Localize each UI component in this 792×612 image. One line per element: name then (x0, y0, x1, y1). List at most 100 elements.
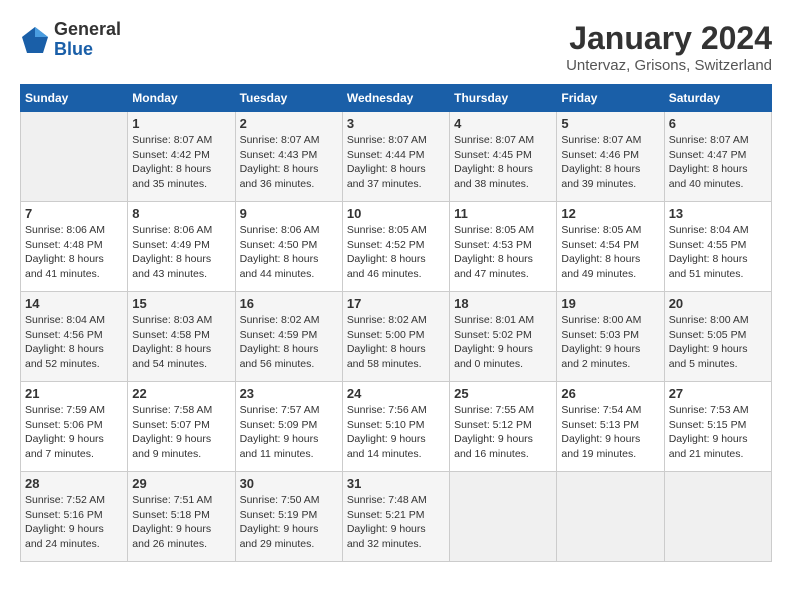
title-block: January 2024 Untervaz, Grisons, Switzerl… (566, 20, 772, 74)
day-number: 5 (561, 116, 659, 131)
day-info: Sunrise: 8:00 AMSunset: 5:03 PMDaylight:… (561, 313, 659, 372)
calendar-day-cell (450, 472, 557, 562)
calendar-week-row: 21 Sunrise: 7:59 AMSunset: 5:06 PMDayligh… (21, 382, 772, 472)
day-number: 28 (25, 476, 123, 491)
day-info: Sunrise: 8:01 AMSunset: 5:02 PMDaylight:… (454, 313, 552, 372)
day-info: Sunrise: 8:04 AMSunset: 4:56 PMDaylight:… (25, 313, 123, 372)
logo-blue-text: Blue (54, 40, 121, 60)
day-of-week-header: Friday (557, 85, 664, 112)
calendar-day-cell: 21 Sunrise: 7:59 AMSunset: 5:06 PMDayligh… (21, 382, 128, 472)
day-number: 20 (669, 296, 767, 311)
calendar-week-row: 28 Sunrise: 7:52 AMSunset: 5:16 PMDayligh… (21, 472, 772, 562)
day-number: 12 (561, 206, 659, 221)
day-info: Sunrise: 8:05 AMSunset: 4:52 PMDaylight:… (347, 223, 445, 282)
calendar-day-cell: 2Sunrise: 8:07 AMSunset: 4:43 PMDaylight… (235, 112, 342, 202)
day-number: 21 (25, 386, 123, 401)
calendar-day-cell: 27 Sunrise: 7:53 AMSunset: 5:15 PMDayligh… (664, 382, 771, 472)
day-number: 29 (132, 476, 230, 491)
calendar-day-cell: 31 Sunrise: 7:48 AMSunset: 5:21 PMDayligh… (342, 472, 449, 562)
calendar-day-cell: 12Sunrise: 8:05 AMSunset: 4:54 PMDayligh… (557, 202, 664, 292)
day-number: 18 (454, 296, 552, 311)
calendar-day-cell: 15 Sunrise: 8:03 AMSunset: 4:58 PMDayligh… (128, 292, 235, 382)
day-info: Sunrise: 7:50 AMSunset: 5:19 PMDaylight:… (240, 493, 338, 552)
logo: General Blue (20, 20, 121, 60)
calendar-table: SundayMondayTuesdayWednesdayThursdayFrid… (20, 84, 772, 562)
day-info: Sunrise: 7:54 AMSunset: 5:13 PMDaylight:… (561, 403, 659, 462)
calendar-day-cell: 9Sunrise: 8:06 AMSunset: 4:50 PMDaylight… (235, 202, 342, 292)
day-number: 9 (240, 206, 338, 221)
calendar-week-row: 7 Sunrise: 8:06 AMSunset: 4:48 PMDaylight… (21, 202, 772, 292)
calendar-week-row: 1 Sunrise: 8:07 AMSunset: 4:42 PMDaylight… (21, 112, 772, 202)
calendar-day-cell: 10 Sunrise: 8:05 AMSunset: 4:52 PMDayligh… (342, 202, 449, 292)
page-header: General Blue January 2024 Untervaz, Gris… (20, 20, 772, 74)
calendar-day-cell: 25Sunrise: 7:55 AMSunset: 5:12 PMDayligh… (450, 382, 557, 472)
calendar-day-cell: 17 Sunrise: 8:02 AMSunset: 5:00 PMDayligh… (342, 292, 449, 382)
day-number: 27 (669, 386, 767, 401)
calendar-day-cell: 20 Sunrise: 8:00 AMSunset: 5:05 PMDayligh… (664, 292, 771, 382)
day-info: Sunrise: 8:06 AMSunset: 4:49 PMDaylight:… (132, 223, 230, 282)
day-info: Sunrise: 8:03 AMSunset: 4:58 PMDaylight:… (132, 313, 230, 372)
calendar-day-cell: 13 Sunrise: 8:04 AMSunset: 4:55 PMDayligh… (664, 202, 771, 292)
day-info: Sunrise: 8:04 AMSunset: 4:55 PMDaylight:… (669, 223, 767, 282)
day-info: Sunrise: 8:07 AMSunset: 4:42 PMDaylight:… (132, 133, 230, 192)
calendar-day-cell: 11 Sunrise: 8:05 AMSunset: 4:53 PMDayligh… (450, 202, 557, 292)
calendar-day-cell: 19 Sunrise: 8:00 AMSunset: 5:03 PMDayligh… (557, 292, 664, 382)
calendar-day-cell: 24Sunrise: 7:56 AMSunset: 5:10 PMDayligh… (342, 382, 449, 472)
day-info: Sunrise: 8:06 AMSunset: 4:48 PMDaylight:… (25, 223, 123, 282)
day-number: 11 (454, 206, 552, 221)
day-info: Sunrise: 8:07 AMSunset: 4:44 PMDaylight:… (347, 133, 445, 192)
day-info: Sunrise: 8:07 AMSunset: 4:46 PMDaylight:… (561, 133, 659, 192)
day-number: 7 (25, 206, 123, 221)
calendar-day-cell: 16Sunrise: 8:02 AMSunset: 4:59 PMDayligh… (235, 292, 342, 382)
day-number: 13 (669, 206, 767, 221)
day-number: 31 (347, 476, 445, 491)
calendar-day-cell: 1 Sunrise: 8:07 AMSunset: 4:42 PMDaylight… (128, 112, 235, 202)
day-info: Sunrise: 8:07 AMSunset: 4:47 PMDaylight:… (669, 133, 767, 192)
logo-text: General Blue (54, 20, 121, 60)
day-info: Sunrise: 8:02 AMSunset: 5:00 PMDaylight:… (347, 313, 445, 372)
day-number: 26 (561, 386, 659, 401)
day-info: Sunrise: 7:51 AMSunset: 5:18 PMDaylight:… (132, 493, 230, 552)
day-info: Sunrise: 7:59 AMSunset: 5:06 PMDaylight:… (25, 403, 123, 462)
calendar-day-cell (664, 472, 771, 562)
day-of-week-header: Saturday (664, 85, 771, 112)
calendar-day-cell: 30 Sunrise: 7:50 AMSunset: 5:19 PMDayligh… (235, 472, 342, 562)
calendar-day-cell: 18 Sunrise: 8:01 AMSunset: 5:02 PMDayligh… (450, 292, 557, 382)
day-info: Sunrise: 7:48 AMSunset: 5:21 PMDaylight:… (347, 493, 445, 552)
calendar-day-cell: 8Sunrise: 8:06 AMSunset: 4:49 PMDaylight… (128, 202, 235, 292)
day-info: Sunrise: 8:00 AMSunset: 5:05 PMDaylight:… (669, 313, 767, 372)
day-info: Sunrise: 7:52 AMSunset: 5:16 PMDaylight:… (25, 493, 123, 552)
day-of-week-header: Sunday (21, 85, 128, 112)
logo-icon (20, 25, 50, 55)
location-subtitle: Untervaz, Grisons, Switzerland (566, 57, 772, 74)
calendar-day-cell: 29 Sunrise: 7:51 AMSunset: 5:18 PMDayligh… (128, 472, 235, 562)
calendar-day-cell: 6Sunrise: 8:07 AMSunset: 4:47 PMDaylight… (664, 112, 771, 202)
calendar-day-cell (557, 472, 664, 562)
day-of-week-header: Wednesday (342, 85, 449, 112)
day-number: 15 (132, 296, 230, 311)
day-info: Sunrise: 7:56 AMSunset: 5:10 PMDaylight:… (347, 403, 445, 462)
day-number: 25 (454, 386, 552, 401)
calendar-day-cell: 5 Sunrise: 8:07 AMSunset: 4:46 PMDaylight… (557, 112, 664, 202)
day-info: Sunrise: 8:05 AMSunset: 4:53 PMDaylight:… (454, 223, 552, 282)
calendar-day-cell: 28 Sunrise: 7:52 AMSunset: 5:16 PMDayligh… (21, 472, 128, 562)
month-title: January 2024 (566, 20, 772, 57)
day-info: Sunrise: 8:07 AMSunset: 4:45 PMDaylight:… (454, 133, 552, 192)
day-info: Sunrise: 7:53 AMSunset: 5:15 PMDaylight:… (669, 403, 767, 462)
day-number: 19 (561, 296, 659, 311)
day-number: 14 (25, 296, 123, 311)
day-number: 4 (454, 116, 552, 131)
day-number: 30 (240, 476, 338, 491)
day-number: 1 (132, 116, 230, 131)
day-of-week-header: Thursday (450, 85, 557, 112)
day-number: 16 (240, 296, 338, 311)
calendar-day-cell: 26 Sunrise: 7:54 AMSunset: 5:13 PMDayligh… (557, 382, 664, 472)
day-of-week-header: Monday (128, 85, 235, 112)
day-number: 10 (347, 206, 445, 221)
day-info: Sunrise: 7:58 AMSunset: 5:07 PMDaylight:… (132, 403, 230, 462)
day-of-week-header: Tuesday (235, 85, 342, 112)
day-number: 3 (347, 116, 445, 131)
calendar-day-cell: 23Sunrise: 7:57 AMSunset: 5:09 PMDayligh… (235, 382, 342, 472)
day-number: 17 (347, 296, 445, 311)
day-number: 23 (240, 386, 338, 401)
